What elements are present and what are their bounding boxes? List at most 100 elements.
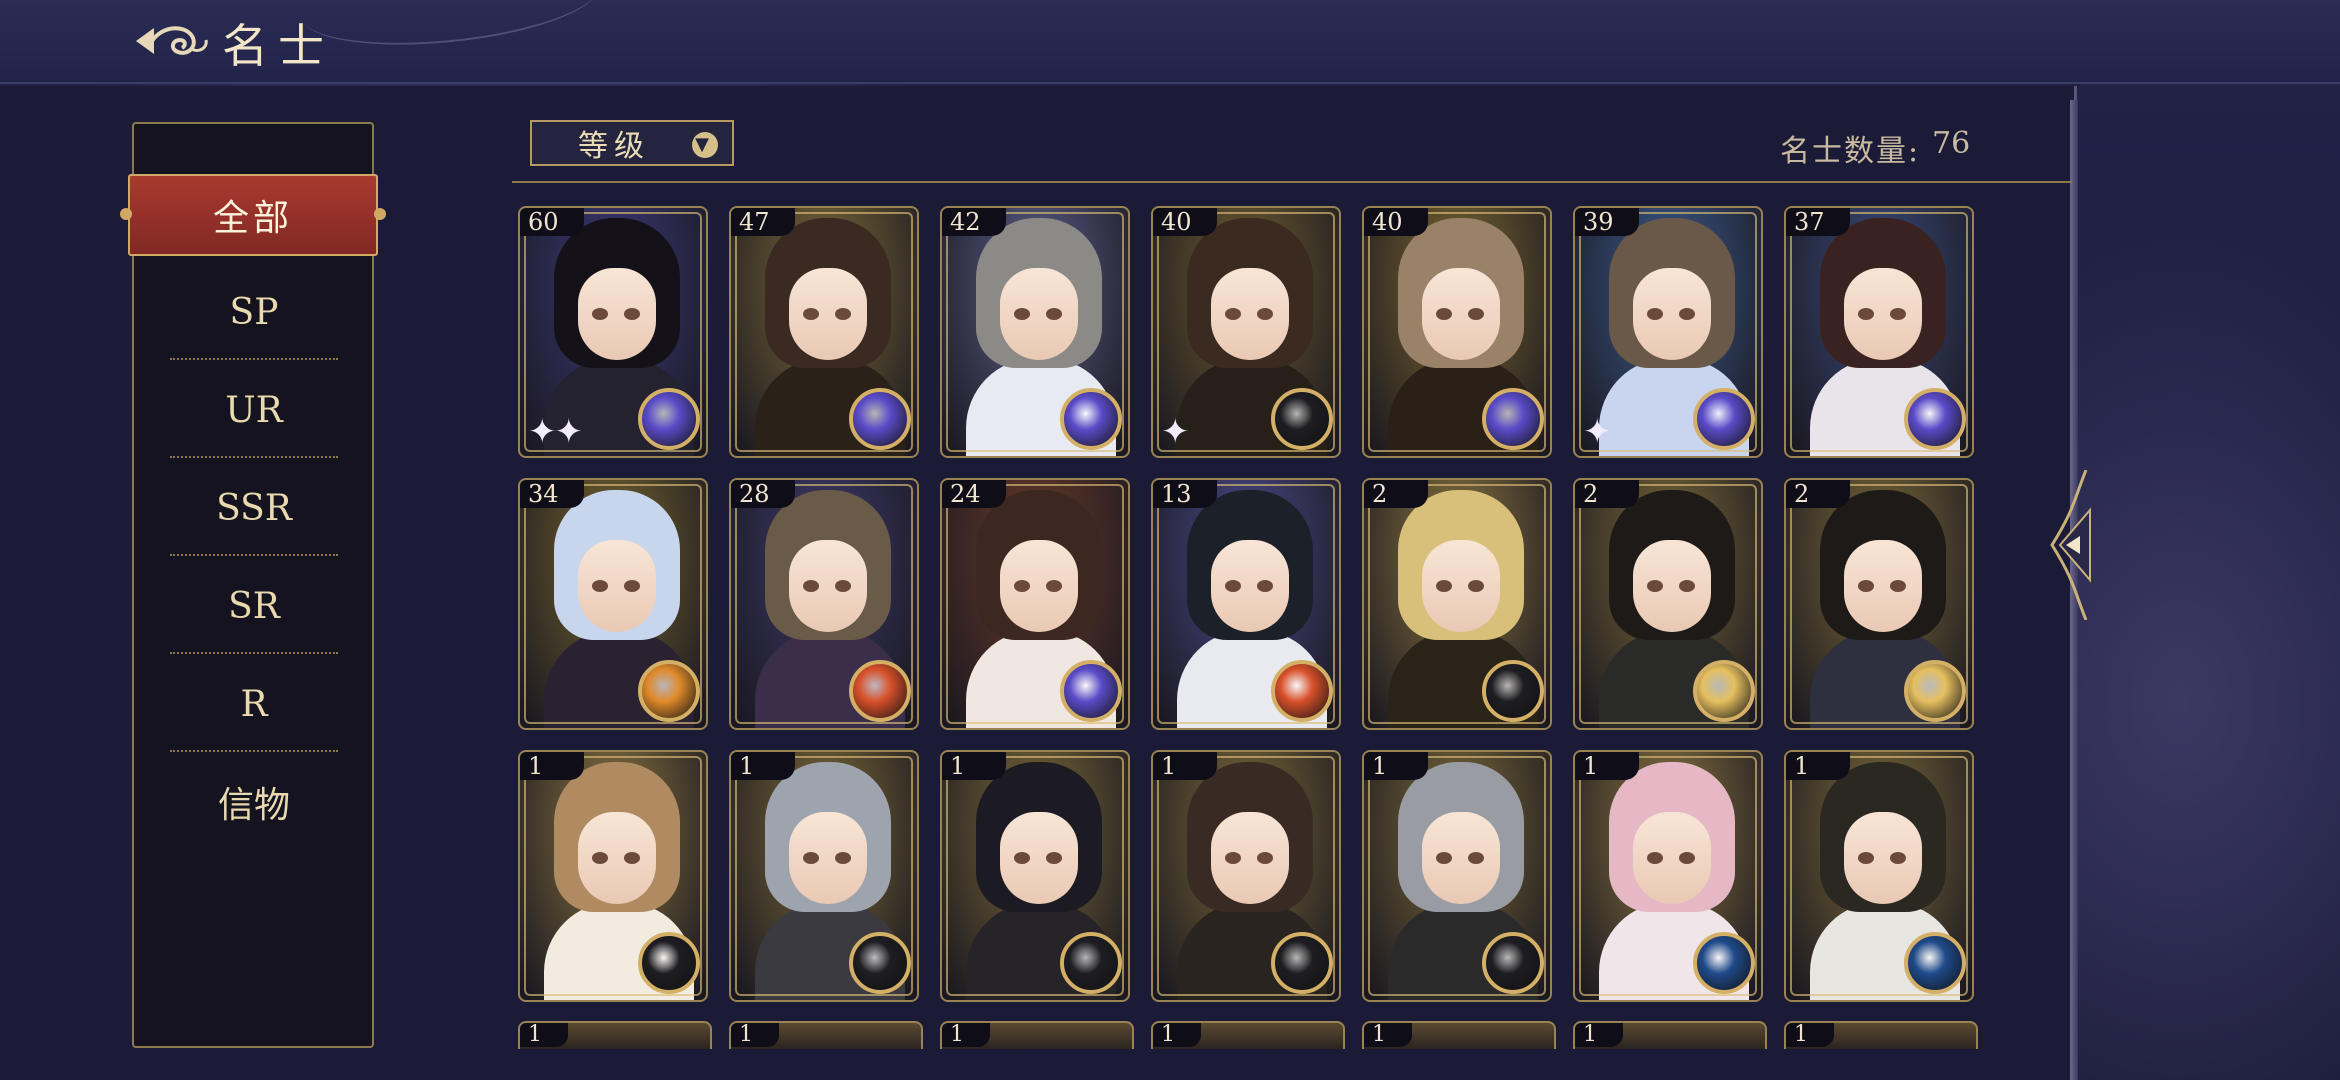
chevron-down-icon: ▼ — [692, 132, 718, 158]
category-sidebar: SP UR SSR SR R 信物 — [132, 122, 374, 1048]
sidebar-item-ssr[interactable]: SSR — [160, 460, 348, 556]
element-orb-icon — [1904, 388, 1966, 450]
character-card[interactable]: 1 — [1362, 1021, 1556, 1049]
character-card[interactable]: 40 ✦ — [1151, 206, 1341, 458]
level-badge: 40 — [1364, 208, 1428, 236]
level-badge: 1 — [1364, 1023, 1412, 1047]
element-orb-icon — [1904, 660, 1966, 722]
level-badge: 1 — [1575, 752, 1639, 780]
character-card[interactable]: 1 — [729, 1021, 923, 1049]
level-badge: 1 — [1153, 1023, 1201, 1047]
character-card[interactable]: 42 — [940, 206, 1130, 458]
element-orb-icon — [1060, 388, 1122, 450]
element-orb-icon — [638, 388, 700, 450]
level-badge: 60 — [520, 208, 584, 236]
back-cloud-icon[interactable] — [132, 18, 212, 64]
level-badge: 28 — [731, 480, 795, 508]
level-badge: 1 — [1364, 752, 1428, 780]
character-card[interactable]: 2 — [1784, 478, 1974, 730]
element-orb-icon — [1271, 388, 1333, 450]
sort-dropdown-label: 等级 — [578, 129, 650, 164]
element-orb-icon — [849, 660, 911, 722]
header-bar: 名士 — [0, 0, 2340, 84]
character-card[interactable]: 1 — [1151, 1021, 1345, 1049]
divider — [512, 181, 2072, 183]
element-orb-icon — [1271, 660, 1333, 722]
character-card[interactable]: 39 ✦ — [1573, 206, 1763, 458]
character-card[interactable]: 1 — [940, 750, 1130, 1002]
character-card[interactable]: 24 — [940, 478, 1130, 730]
character-card[interactable]: 1 — [729, 750, 919, 1002]
sidebar-item-label: 全部 — [212, 198, 293, 239]
level-badge: 47 — [731, 208, 795, 236]
character-card[interactable]: 34 — [518, 478, 708, 730]
sidebar-item-sp[interactable]: SP — [160, 264, 348, 360]
character-card[interactable]: 1 — [1573, 1021, 1767, 1049]
character-card[interactable]: 1 — [1151, 750, 1341, 1002]
level-badge: 1 — [942, 1023, 990, 1047]
level-badge: 40 — [1153, 208, 1217, 236]
level-badge: 13 — [1153, 480, 1217, 508]
level-badge: 1 — [1575, 1023, 1623, 1047]
level-badge: 1 — [1153, 752, 1217, 780]
character-card[interactable]: 1 — [1784, 1021, 1978, 1049]
character-card[interactable]: 47 — [729, 206, 919, 458]
character-card[interactable]: 1 — [940, 1021, 1134, 1049]
level-badge: 1 — [942, 752, 1006, 780]
element-orb-icon — [1693, 388, 1755, 450]
ornament-dot — [374, 208, 386, 220]
character-card[interactable]: 13 — [1151, 478, 1341, 730]
element-orb-icon — [1482, 932, 1544, 994]
level-badge: 1 — [731, 752, 795, 780]
character-card[interactable]: 1 — [518, 750, 708, 1002]
level-badge: 24 — [942, 480, 1006, 508]
character-card[interactable]: 2 — [1362, 478, 1552, 730]
character-card[interactable]: 1 — [1784, 750, 1974, 1002]
sidebar-item-sr[interactable]: SR — [160, 558, 348, 654]
star-icon: ✦✦ — [528, 412, 583, 452]
element-orb-icon — [638, 932, 700, 994]
star-icon: ✦ — [1583, 412, 1611, 452]
element-orb-icon — [849, 932, 911, 994]
character-card[interactable]: 2 — [1573, 478, 1763, 730]
element-orb-icon — [638, 660, 700, 722]
character-card[interactable]: 1 — [1362, 750, 1552, 1002]
element-orb-icon — [1271, 932, 1333, 994]
sidebar-item-ur[interactable]: UR — [160, 362, 348, 458]
element-orb-icon — [1060, 660, 1122, 722]
character-card[interactable]: 60 ✦✦ — [518, 206, 708, 458]
element-orb-icon — [1693, 660, 1755, 722]
star-icon: ✦ — [1161, 412, 1189, 452]
character-card[interactable]: 1 — [518, 1021, 712, 1049]
character-count-value: 76 — [1932, 126, 1971, 161]
element-orb-icon — [1482, 388, 1544, 450]
level-badge: 37 — [1786, 208, 1850, 236]
level-badge: 2 — [1786, 480, 1850, 508]
sidebar-item-keepsake[interactable]: 信物 — [160, 754, 348, 850]
sidebar-item-all[interactable]: 全部 — [120, 174, 386, 256]
level-badge: 42 — [942, 208, 1006, 236]
level-badge: 1 — [520, 752, 584, 780]
level-badge: 39 — [1575, 208, 1639, 236]
character-card[interactable]: 28 — [729, 478, 919, 730]
sort-dropdown[interactable]: 等级 ▼ — [530, 120, 734, 166]
header-decoration — [296, 0, 604, 58]
element-orb-icon — [1693, 932, 1755, 994]
level-badge: 1 — [731, 1023, 779, 1047]
element-orb-icon — [1482, 660, 1544, 722]
character-card[interactable]: 1 — [1573, 750, 1763, 1002]
sidebar-item-r[interactable]: R — [160, 656, 348, 752]
character-card[interactable]: 37 — [1784, 206, 1974, 458]
page-title: 名士 — [222, 19, 334, 73]
ornament-dot — [120, 208, 132, 220]
level-badge: 2 — [1575, 480, 1639, 508]
level-badge: 1 — [1786, 1023, 1834, 1047]
element-orb-icon — [849, 388, 911, 450]
level-badge: 2 — [1364, 480, 1428, 508]
level-badge: 34 — [520, 480, 584, 508]
character-card[interactable]: 40 — [1362, 206, 1552, 458]
collapse-arrow-icon[interactable] — [2046, 470, 2094, 620]
element-orb-icon — [1060, 932, 1122, 994]
level-badge: 1 — [1786, 752, 1850, 780]
level-badge: 1 — [520, 1023, 568, 1047]
